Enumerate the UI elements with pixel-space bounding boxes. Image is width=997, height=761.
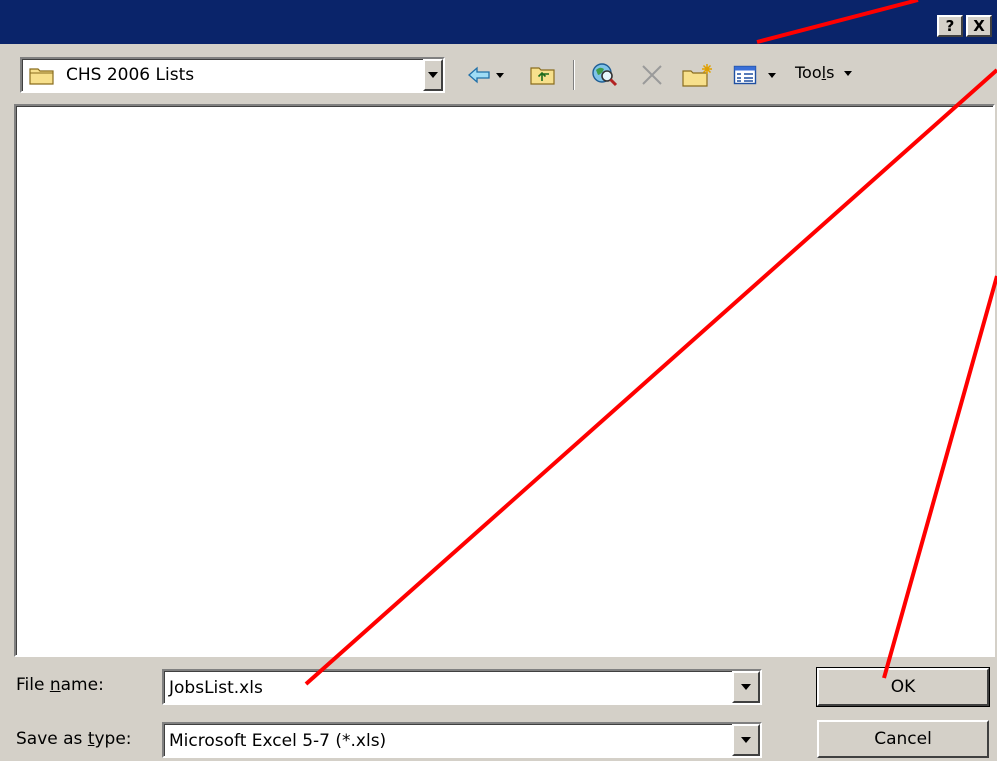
new-folder-icon xyxy=(682,64,712,87)
views-dropdown-button[interactable] xyxy=(766,60,778,90)
save-as-type-label: Save as type: xyxy=(16,729,132,749)
save-as-type-dropdown[interactable]: Microsoft Excel 5-7 (*.xls) xyxy=(162,722,762,758)
ok-button[interactable]: OK xyxy=(816,667,990,707)
tools-label-suffix: s xyxy=(826,63,835,82)
tools-label-prefix: Too xyxy=(795,63,822,82)
look-in-value: CHS 2006 Lists xyxy=(66,65,195,85)
delete-button xyxy=(637,60,667,90)
help-button[interactable]: ? xyxy=(937,15,963,37)
back-arrow-icon xyxy=(468,66,490,84)
cancel-button[interactable]: Cancel xyxy=(817,720,989,758)
delete-icon xyxy=(642,65,662,85)
file-list-pane[interactable] xyxy=(14,104,995,657)
search-web-button[interactable] xyxy=(588,60,622,90)
views-button[interactable] xyxy=(728,60,762,90)
up-one-level-button[interactable] xyxy=(528,60,558,90)
chevron-down-icon xyxy=(768,72,776,78)
file-name-label-accel: n xyxy=(49,675,61,695)
folder-icon xyxy=(29,68,54,85)
back-dropdown-button[interactable] xyxy=(494,60,506,90)
chevron-down-icon xyxy=(843,71,852,76)
file-name-label: File name: xyxy=(16,675,104,695)
file-name-value: JobsList.xls xyxy=(169,678,263,698)
save-as-type-label-suffix: ype: xyxy=(94,729,132,749)
chevron-down-icon xyxy=(741,737,751,743)
save-as-type-label-prefix: Save as xyxy=(16,729,88,749)
file-name-label-prefix: File xyxy=(16,675,50,695)
chevron-down-icon xyxy=(741,684,751,690)
look-in-dropdown[interactable]: CHS 2006 Lists xyxy=(20,57,445,93)
chevron-down-icon xyxy=(428,72,438,78)
file-name-label-suffix: ame: xyxy=(60,675,104,695)
save-as-type-value: Microsoft Excel 5-7 (*.xls) xyxy=(169,731,387,751)
dialog-title-bar: ? X xyxy=(0,0,997,44)
file-name-input[interactable]: JobsList.xls xyxy=(162,669,762,705)
search-web-icon xyxy=(592,63,618,87)
views-icon xyxy=(733,65,757,85)
look-in-dropdown-button[interactable] xyxy=(423,59,443,91)
file-name-dropdown-button[interactable] xyxy=(732,671,760,703)
save-as-type-dropdown-button[interactable] xyxy=(732,724,760,756)
tools-menu[interactable]: Tools xyxy=(795,63,852,82)
close-button[interactable]: X xyxy=(966,15,992,37)
back-button[interactable] xyxy=(466,60,492,90)
create-new-folder-button[interactable] xyxy=(680,60,716,90)
up-folder-icon xyxy=(530,67,555,85)
chevron-down-icon xyxy=(496,72,504,78)
toolbar-separator xyxy=(573,60,575,90)
